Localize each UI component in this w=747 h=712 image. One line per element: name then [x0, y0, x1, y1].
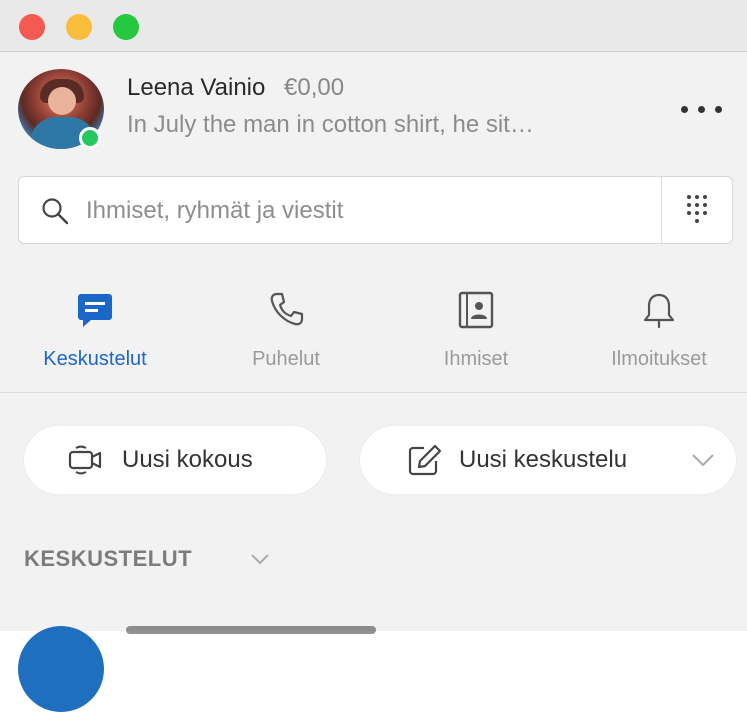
conversation-title-partial[interactable] [126, 626, 376, 634]
search-input[interactable] [84, 194, 648, 228]
profile-name[interactable]: Leena Vainio [127, 74, 265, 101]
tab-chats-label: Keskustelut [43, 348, 147, 370]
credit-balance[interactable]: €0,00 [284, 74, 344, 101]
close-window-button[interactable] [19, 14, 45, 40]
profile-header: Leena Vainio €0,00 In July the man in co… [0, 52, 747, 162]
main-panel: Leena Vainio €0,00 In July the man in co… [0, 52, 747, 712]
tab-calls[interactable]: Puhelut [211, 290, 361, 376]
new-chat-button[interactable]: Uusi keskustelu [360, 426, 736, 494]
bell-icon [643, 293, 675, 329]
tab-notifications[interactable]: Ilmoitukset [584, 290, 734, 376]
tab-people[interactable]: Ihmiset [401, 290, 551, 376]
online-status-icon [79, 127, 101, 149]
search-bar [18, 176, 733, 244]
tabs-divider [0, 392, 747, 393]
main-tabs: Keskustelut Puhelut Ihmiset Ilmoitukset [0, 290, 747, 376]
new-meeting-label: Uusi kokous [122, 446, 253, 473]
chevron-down-icon[interactable] [250, 553, 270, 565]
dialpad-button[interactable] [661, 177, 732, 243]
dialpad-icon [687, 195, 707, 223]
profile-name-line[interactable]: Leena Vainio €0,00 [127, 74, 344, 102]
tab-calls-label: Puhelut [252, 348, 320, 370]
tab-notifications-label: Ilmoitukset [611, 348, 707, 370]
more-options-button[interactable] [681, 106, 725, 116]
chevron-down-icon[interactable] [691, 453, 715, 467]
search-icon [42, 198, 69, 225]
new-chat-label: Uusi keskustelu [459, 446, 628, 473]
window-titlebar [0, 0, 747, 52]
mood-message[interactable]: In July the man in cotton shirt, he sit… [127, 111, 534, 139]
minimize-window-button[interactable] [66, 14, 92, 40]
tab-chats[interactable]: Keskustelut [20, 290, 170, 376]
chat-icon [78, 294, 112, 327]
contacts-icon [458, 291, 494, 329]
maximize-window-button[interactable] [113, 14, 139, 40]
tab-people-label: Ihmiset [443, 348, 509, 370]
section-title-chats[interactable]: KESKUSTELUT [24, 546, 192, 572]
conversation-avatar[interactable] [18, 626, 104, 712]
video-camera-icon [68, 445, 102, 475]
new-meeting-button[interactable]: Uusi kokous [24, 426, 326, 494]
phone-icon [270, 292, 304, 326]
compose-icon [408, 444, 442, 476]
